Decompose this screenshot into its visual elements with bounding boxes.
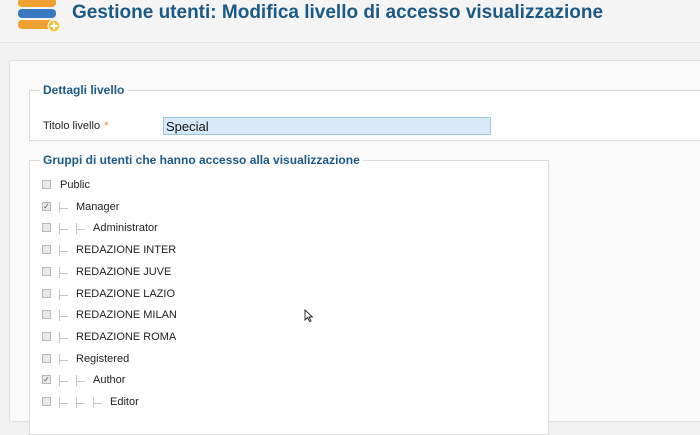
group-label: REDAZIONE INTER: [76, 244, 177, 257]
level-title-input[interactable]: [163, 117, 491, 135]
group-label: REDAZIONE LAZIO: [76, 287, 176, 300]
group-label: REDAZIONE MILAN: [76, 309, 177, 322]
group-label: REDAZIONE JUVE: [76, 265, 172, 278]
page-title: Gestione utenti: Modifica livello di acc…: [72, 2, 604, 23]
group-checkbox[interactable]: ✓: [42, 375, 51, 385]
page-header: Gestione utenti: Modifica livello di acc…: [0, 0, 700, 43]
group-checkbox[interactable]: [42, 288, 51, 298]
group-checkbox[interactable]: [42, 353, 51, 363]
group-checkbox[interactable]: [42, 266, 51, 276]
group-checkbox[interactable]: [42, 180, 51, 189]
group-checkbox[interactable]: [42, 310, 51, 320]
group-label: Public: [60, 179, 90, 191]
user-groups-fieldset: Gruppi di utenti che hanno accesso alla …: [29, 153, 549, 435]
mouse-cursor-icon: [304, 309, 314, 323]
group-checkbox[interactable]: ✓: [42, 201, 51, 211]
level-details-legend: Dettagli livello: [43, 83, 125, 97]
level-details-fieldset: Dettagli livello Titolo livello *: [29, 83, 700, 141]
group-checkbox[interactable]: [42, 245, 51, 255]
group-checkbox[interactable]: [42, 331, 51, 341]
required-star: *: [104, 120, 109, 132]
edit-panel: Dettagli livello Titolo livello* Gruppi …: [9, 60, 700, 435]
group-checkbox[interactable]: [42, 223, 51, 233]
users-stack-icon: [18, 0, 61, 33]
group-label: Registered: [76, 352, 130, 365]
group-label: Editor: [110, 396, 139, 408]
title-label: Titolo livello *: [43, 120, 109, 132]
group-label: REDAZIONE ROMA: [76, 330, 177, 343]
group-checkbox[interactable]: [42, 397, 51, 406]
group-label: Author: [93, 374, 126, 387]
group-label: Manager: [76, 200, 120, 213]
group-label: Administrator: [93, 222, 158, 235]
user-groups-legend: Gruppi di utenti che hanno accesso alla …: [43, 153, 360, 167]
